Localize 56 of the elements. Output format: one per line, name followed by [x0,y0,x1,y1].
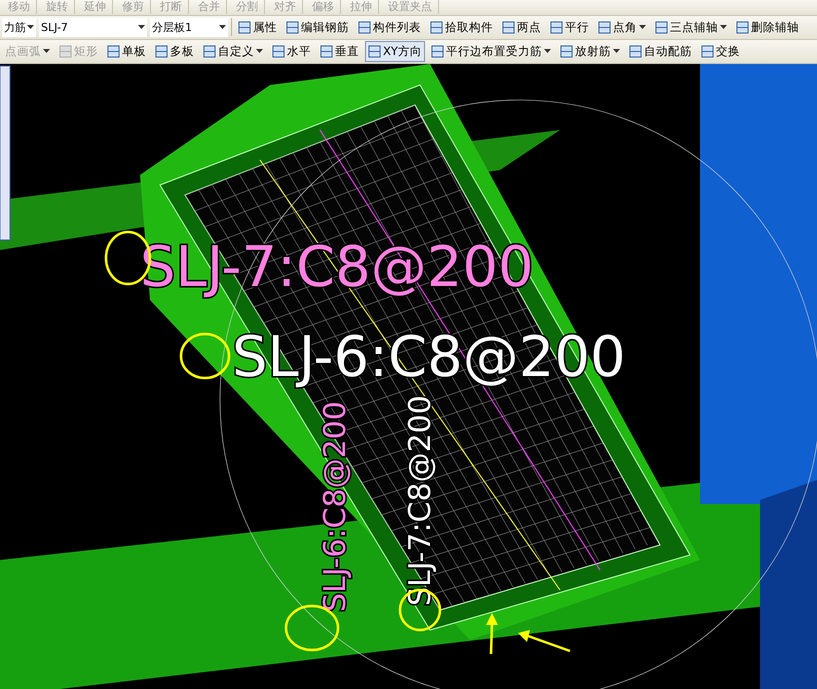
tool-icon [700,44,714,58]
highlight-ellipse [180,332,230,380]
tool-icon [430,44,444,58]
caret-icon [256,49,263,54]
tool-icon [598,20,611,34]
tool-icon [107,44,120,58]
component-dropdown[interactable]: 分层板1 [150,18,228,37]
toolbar-button[interactable]: 自定义 [200,40,266,62]
tool-icon [203,44,216,58]
caret-icon [27,25,34,30]
tool-icon [550,20,563,34]
tool-icon [560,44,573,58]
toolbar-button[interactable]: 属性 [235,16,280,38]
tool-icon [736,20,749,34]
tool-icon [320,44,333,58]
caret-icon [639,25,646,30]
tool-icon [272,44,285,58]
toolbar-button[interactable]: 交换 [698,40,743,62]
arrow-icon [518,630,570,652]
toolbar-button[interactable]: 构件列表 [355,16,424,38]
toolbar-button[interactable]: 两点 [499,16,544,38]
arrow-icon [486,613,498,654]
toolbar-button[interactable]: 删除辅轴 [733,16,802,38]
tool-icon [502,20,515,34]
toolbar-button[interactable]: 点角 [595,16,649,38]
toolbar-button[interactable]: 单板 [104,40,149,62]
caret-icon [612,49,620,54]
toolbar-button[interactable]: 自动配筋 [626,40,695,62]
caret-icon [544,49,551,54]
toolbar-button[interactable]: 放射筋 [556,40,623,62]
tool-icon [286,20,299,34]
component-dropdown[interactable]: 力筋 [2,18,36,37]
component-dropdown[interactable]: SLJ-7 [39,18,147,37]
toolbar-button[interactable]: 平行 [547,16,592,38]
tool-icon [59,44,72,58]
rebar-label: SLJ-7:C8@200 [403,395,438,606]
tool-icon [358,20,371,34]
tool-icon [368,44,381,58]
tool-icon [155,44,168,58]
caret-icon [219,25,226,30]
toolbar-button[interactable]: 拾取构件 [427,16,496,38]
toolbar-button[interactable]: 平行边布置受力筋 [428,40,554,62]
toolbar-button[interactable]: 编辑钢筋 [283,16,352,38]
toolbar-button[interactable]: 三点辅轴 [652,16,730,38]
tool-icon [628,44,642,58]
tool-icon [655,20,668,34]
caret-icon [138,25,145,30]
toolbar-button[interactable]: 垂直 [317,40,362,62]
rebar-label: SLJ-6:C8@200 [318,401,353,612]
toolbar-button[interactable]: 水平 [269,40,314,62]
caret-icon [720,25,727,30]
toolbar-button[interactable]: 多板 [152,40,197,62]
caret-icon [43,49,50,54]
tool-icon [238,20,251,34]
toolbar-button[interactable]: XY方向 [365,40,425,62]
tool-icon [430,20,443,34]
